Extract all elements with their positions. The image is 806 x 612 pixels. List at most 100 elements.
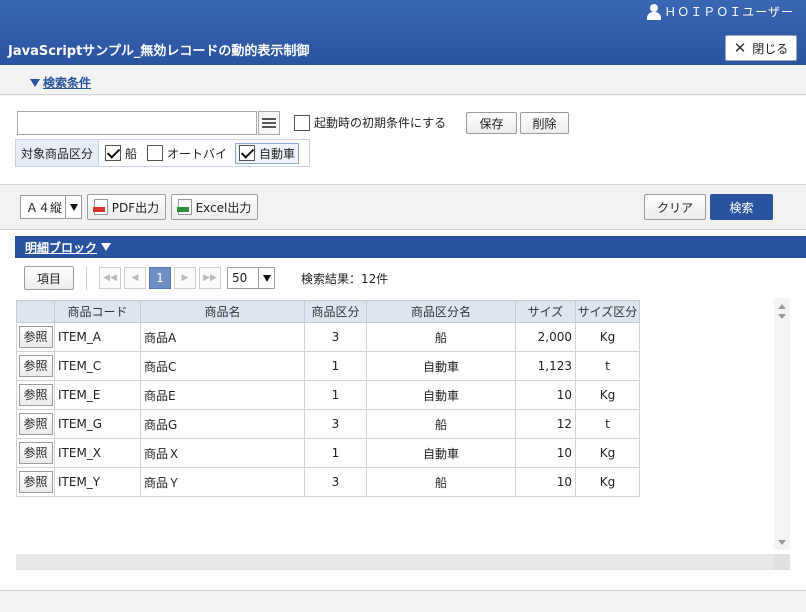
cell-size: 10 [515,438,576,468]
paper-size-select[interactable]: Ａ４縦 [20,195,82,219]
app-header: ＨＯＩＰＯＩユーザー JavaScriptサンプル_無効レコードの動的表示制御 … [0,0,806,65]
columns-button[interactable]: 項目 [24,266,74,290]
cell-category: 3 [304,409,367,439]
cell-size: 10 [515,467,576,497]
column-header[interactable]: 商品区分 [304,300,367,323]
detail-block-header[interactable]: 明細ブロック [15,236,806,258]
table-header-row: 商品コード 商品名 商品区分 商品区分名 サイズ サイズ区分 [16,300,640,323]
close-icon: ✕ [733,38,747,57]
last-page-icon[interactable]: ▶▶ [199,267,221,289]
cell-size: 1,123 [515,351,576,381]
user-menu[interactable]: ＨＯＩＰＯＩユーザー [647,3,794,20]
collapse-triangle-icon [101,243,112,251]
chevron-down-icon [258,268,274,288]
condition-toggle-label: 検索条件 [43,76,92,90]
condition-toggle[interactable]: 検索条件 [30,74,91,91]
category-filter: 対象商品区分 船 オートバイ 自動車 [15,139,310,167]
table-row: 参照 ITEM_A 商品A 3 船 2,000 Kg [16,322,640,352]
clear-button[interactable]: クリア [644,194,706,220]
checkbox-checked-icon[interactable] [105,145,122,161]
scroll-up-icon[interactable] [778,304,786,309]
pdf-export-label: PDF出力 [111,200,160,215]
cell-name: 商品C [140,351,305,381]
cell-name: 商品G [140,409,305,439]
detail-block-title: 明細ブロック [25,240,98,255]
cell-name: 商品Ｙ [140,467,305,497]
column-header[interactable]: サイズ [515,300,576,323]
checkbox-icon[interactable] [147,145,164,161]
pager: 項目 ◀◀ ◀ 1 ▶ ▶▶ 50 検索結果：12件 [24,266,388,290]
cell-category: 1 [304,438,367,468]
prev-page-icon[interactable]: ◀ [124,267,146,289]
vertical-scrollbar[interactable] [774,298,790,550]
cell-category-name: 自動車 [366,351,516,381]
cell-name: 商品E [140,380,305,410]
cell-category-name: 自動車 [366,380,516,410]
cell-category: 1 [304,380,367,410]
detail-area: 明細ブロック 項目 ◀◀ ◀ 1 ▶ ▶▶ 50 検索結果：12件 商品コード … [0,230,806,590]
checkbox-icon[interactable] [294,114,310,131]
cell-category: 3 [304,322,367,352]
first-page-icon[interactable]: ◀◀ [99,267,121,289]
table-row: 参照 ITEM_Y 商品Ｙ 3 船 10 Kg [16,467,640,497]
cell-category-name: 船 [366,322,516,352]
init-condition-checkbox[interactable]: 起動時の初期条件にする [294,114,446,131]
cell-category: 3 [304,467,367,497]
current-page[interactable]: 1 [149,267,171,289]
scroll-down-small-icon [778,314,786,319]
collapse-triangle-icon [30,78,40,87]
search-button[interactable]: 検索 [710,194,773,220]
column-header[interactable]: 商品名 [140,300,305,323]
excel-file-icon [176,199,192,215]
init-condition-label: 起動時の初期条件にする [314,116,447,130]
table-row: 参照 ITEM_C 商品C 1 自動車 1,123 t [16,351,640,381]
category-option-car[interactable]: 自動車 [235,142,300,164]
save-button[interactable]: 保存 [466,112,517,134]
results-table: 商品コード 商品名 商品区分 商品区分名 サイズ サイズ区分 参照 ITEM_A… [16,300,640,497]
checkbox-checked-icon[interactable] [239,145,256,161]
column-header[interactable]: サイズ区分 [575,300,640,323]
table-row: 参照 ITEM_G 商品G 3 船 12 t [16,409,640,439]
cell-category-name: 船 [366,467,516,497]
ref-button[interactable]: 参照 [18,413,53,435]
table-row: 参照 ITEM_E 商品E 1 自動車 10 Kg [16,380,640,410]
cell-size-unit: Kg [575,322,640,352]
next-page-icon[interactable]: ▶ [174,267,196,289]
ref-button[interactable]: 参照 [18,471,53,493]
cell-name: 商品A [140,322,305,352]
table-row: 参照 ITEM_X 商品Ｘ 1 自動車 10 Kg [16,438,640,468]
category-filter-label: 対象商品区分 [16,140,100,166]
cell-category-name: 船 [366,409,516,439]
horizontal-scrollbar[interactable] [16,554,774,570]
ref-button[interactable]: 参照 [18,442,53,464]
cell-code: ITEM_G [54,409,141,439]
search-input[interactable] [17,111,257,135]
page-title: JavaScriptサンプル_無効レコードの動的表示制御 [8,44,310,59]
list-icon[interactable] [258,111,280,135]
column-header[interactable]: 商品コード [54,300,141,323]
close-button[interactable]: ✕ 閉じる [725,35,797,61]
condition-panel: 起動時の初期条件にする 保存 削除 対象商品区分 船 オートバイ 自動車 [0,96,806,185]
per-page-select[interactable]: 50 [227,267,275,289]
cell-code: ITEM_E [54,380,141,410]
cell-size: 2,000 [515,322,576,352]
cell-category: 1 [304,351,367,381]
category-option-label: オートバイ [167,146,228,161]
cell-size-unit: t [575,409,640,439]
scroll-down-icon[interactable] [778,540,786,545]
category-option-motorcycle[interactable]: オートバイ [147,145,227,162]
ref-button[interactable]: 参照 [18,355,53,377]
delete-button[interactable]: 削除 [520,112,569,134]
excel-export-button[interactable]: Excel出力 [171,194,258,220]
pdf-export-button[interactable]: PDF出力 [87,194,166,220]
pdf-file-icon [92,199,108,215]
divider [86,266,87,290]
ref-button[interactable]: 参照 [18,326,53,348]
category-option-ship[interactable]: 船 [105,145,137,162]
chevron-down-icon [65,196,81,218]
condition-toggle-bar: 検索条件 [0,65,806,95]
ref-button[interactable]: 参照 [18,384,53,406]
excel-export-label: Excel出力 [195,200,252,215]
cell-code: ITEM_Y [54,467,141,497]
column-header[interactable]: 商品区分名 [366,300,516,323]
